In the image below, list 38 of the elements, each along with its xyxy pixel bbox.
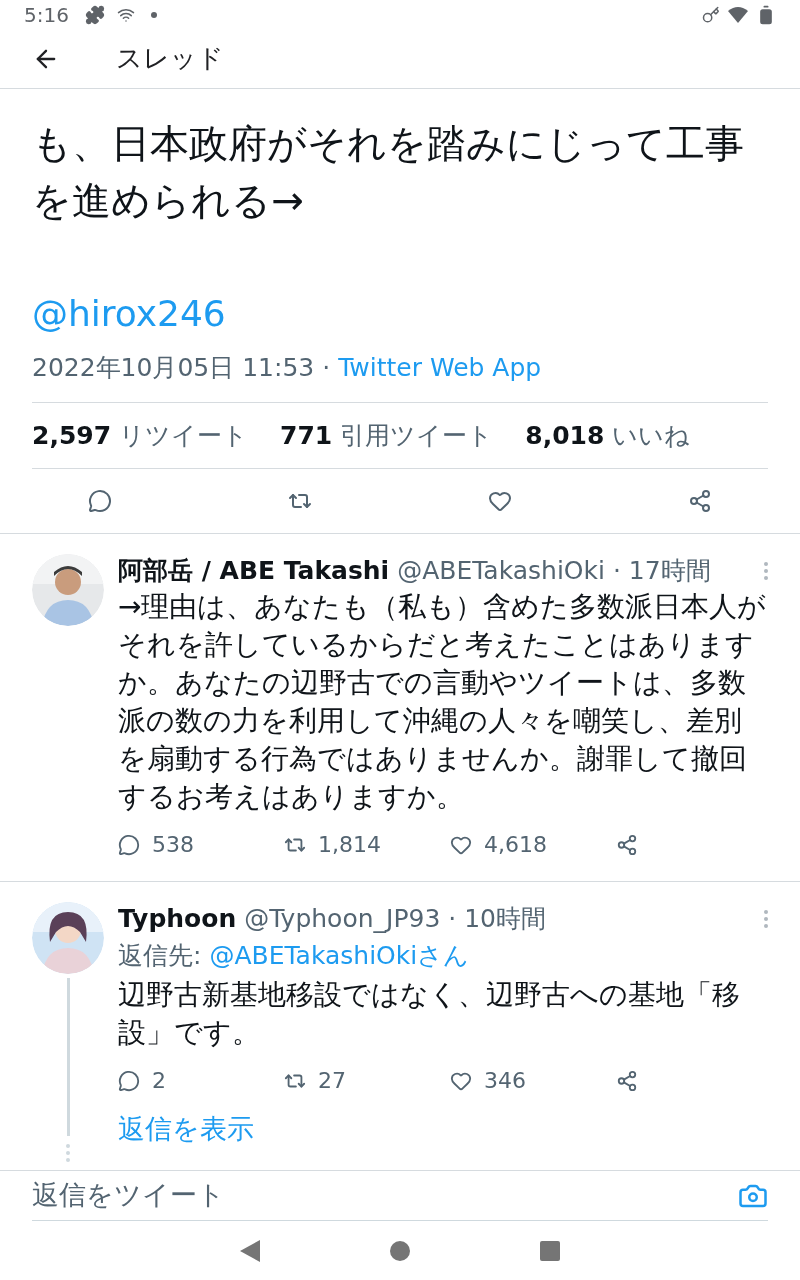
stat-count: 2,597 (32, 420, 112, 453)
like-count: 346 (484, 1067, 526, 1096)
reply-icon[interactable] (118, 1069, 140, 1092)
recents-nav-icon[interactable] (540, 1240, 560, 1261)
reply-text: →理由は、あなたも（私も）含めた多数派日本人がそれを許しているからだと考えたことはありますか。あなたの辺野古での言動やツイートは、多数派の数の力を利用して沖縄の人々を嘲笑し、差別を扇動する行為ではありませんか。謝罪して撤回するお考えはありますか。 (118, 589, 768, 816)
share-icon[interactable] (616, 833, 638, 856)
puzzle-icon (84, 5, 105, 25)
retweet-count: 1,814 (318, 831, 381, 860)
reply-icon[interactable] (88, 489, 112, 514)
wifi-icon (116, 6, 135, 24)
signal-icon (728, 5, 748, 25)
home-nav-icon[interactable] (390, 1240, 410, 1261)
tweet-date: 2022年10月05日 11:53 · (32, 351, 331, 384)
author-name: 阿部岳 / ABE Takashi (118, 555, 390, 588)
retweet-count: 27 (318, 1067, 346, 1096)
author-name: Typhoon (118, 903, 237, 936)
reply-to-label: 返信先: (118, 940, 202, 973)
stat-label[interactable]: いいね (612, 417, 691, 455)
page-title: スレッド (116, 42, 224, 76)
stat-count: 8,018 (525, 420, 605, 453)
stat-label[interactable]: 引用ツイート (340, 417, 494, 455)
like-count: 4,618 (484, 831, 547, 860)
reply-text: 辺野古新基地移設ではなく、辺野古への基地「移設」です。 (118, 977, 741, 1052)
reply-count: 2 (152, 1067, 166, 1096)
stat-count: 771 (280, 420, 333, 453)
stat-label[interactable]: リツイート (119, 417, 249, 455)
reply-icon[interactable] (118, 833, 140, 856)
share-icon[interactable] (688, 489, 712, 514)
back-nav-icon[interactable] (240, 1239, 260, 1262)
tweet-text: も、日本政府がそれを踏みにじって工事を進められる→ (32, 119, 745, 225)
reply-count: 538 (152, 831, 194, 860)
share-icon[interactable] (616, 1069, 638, 1092)
key-icon (702, 6, 720, 24)
author-meta: @ABETakashiOki · 17時間 (397, 555, 711, 588)
author-meta: @Typhoon_JP93 · 10時間 (244, 903, 546, 936)
reply-field[interactable]: 返信をツイート (32, 1170, 768, 1222)
like-icon[interactable] (488, 489, 512, 514)
status-time: 5:16 (24, 2, 69, 29)
